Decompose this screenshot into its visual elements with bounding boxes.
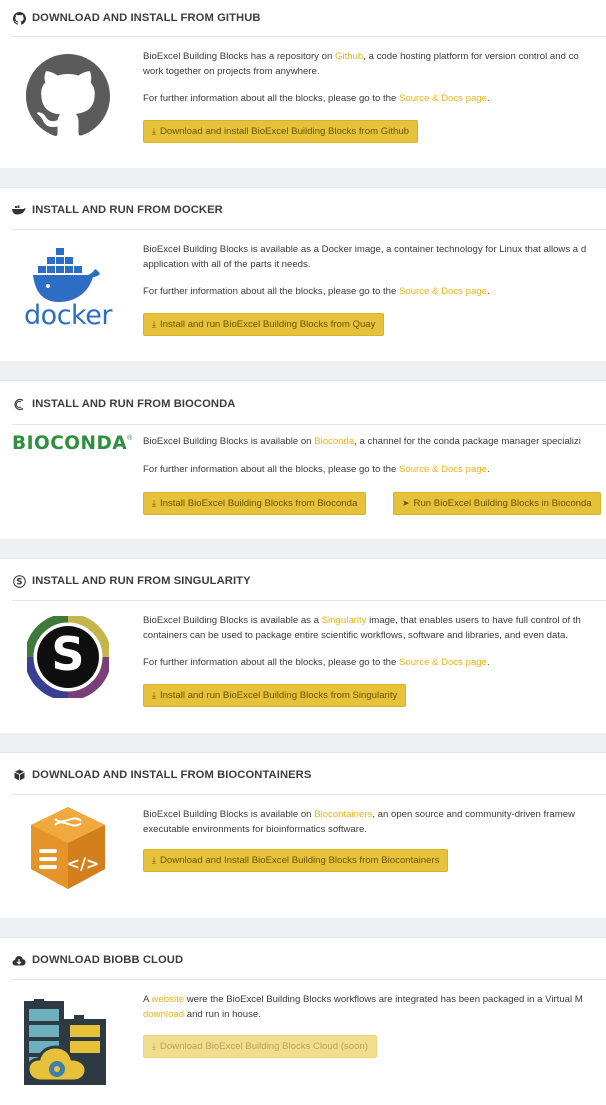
description: BioExcel Building Blocks has a repositor… bbox=[143, 51, 579, 77]
description: BioExcel Building Blocks is available on… bbox=[143, 436, 581, 447]
source-docs-link[interactable]: Source & Docs page bbox=[399, 286, 487, 297]
cube-icon bbox=[12, 768, 26, 782]
docker-wordmark: docker bbox=[24, 299, 112, 331]
divider bbox=[12, 979, 606, 980]
source-docs-link[interactable]: Source & Docs page bbox=[399, 657, 487, 668]
rocket-icon: ➤ bbox=[402, 498, 410, 508]
download-icon: ⤓ bbox=[152, 690, 156, 700]
source-docs-link[interactable]: Source & Docs page bbox=[399, 464, 487, 475]
divider bbox=[12, 36, 606, 37]
docker-icon bbox=[12, 203, 26, 217]
download-icon: ⤓ bbox=[152, 319, 156, 329]
bioconda-link[interactable]: Bioconda bbox=[314, 436, 354, 447]
svg-text:S: S bbox=[16, 577, 22, 587]
download-icon: ⤓ bbox=[152, 126, 156, 136]
further-info: For further information about all the bl… bbox=[143, 286, 490, 297]
panel-heading: DOWNLOAD BIOBB CLOUD bbox=[12, 942, 606, 978]
github-logo bbox=[12, 44, 124, 148]
download-icon: ⤓ bbox=[152, 498, 156, 508]
section-gap bbox=[0, 539, 606, 558]
singularity-install-button[interactable]: ⤓ Install and run BioExcel Building Bloc… bbox=[143, 684, 407, 707]
divider bbox=[12, 794, 606, 795]
cloud-download-icon bbox=[12, 953, 26, 967]
panel-heading: DOWNLOAD AND INSTALL FROM BIOCONTAINERS bbox=[12, 757, 606, 793]
bioconda-logo: BIOCONDA ® bbox=[12, 432, 133, 454]
panel-title: DOWNLOAD BIOBB CLOUD bbox=[32, 954, 184, 966]
panel-title: INSTALL AND RUN FROM DOCKER bbox=[32, 204, 223, 216]
docker-logo: docker bbox=[12, 238, 124, 338]
further-info: For further information about all the bl… bbox=[143, 464, 490, 475]
bioconda-run-button[interactable]: ➤ Run BioExcel Building Blocks in Biocon… bbox=[393, 492, 601, 515]
biobb-cloud-logo bbox=[12, 994, 124, 1092]
divider bbox=[12, 424, 606, 425]
divider bbox=[12, 600, 606, 601]
panel-title: INSTALL AND RUN FROM BIOCONDA bbox=[32, 398, 236, 410]
quay-install-button[interactable]: ⤓ Install and run BioExcel Building Bloc… bbox=[143, 313, 385, 336]
singularity-link[interactable]: Singularity bbox=[322, 615, 367, 626]
github-download-button[interactable]: ⤓ Download and install BioExcel Building… bbox=[143, 120, 419, 143]
github-panel: DOWNLOAD AND INSTALL FROM GITHUB BioExce… bbox=[0, 0, 606, 168]
divider bbox=[12, 229, 606, 230]
section-gap bbox=[0, 168, 606, 187]
download-icon: ⤓ bbox=[152, 855, 156, 865]
section-gap bbox=[0, 361, 606, 380]
description: BioExcel Building Blocks is available on… bbox=[143, 809, 575, 835]
source-docs-link[interactable]: Source & Docs page bbox=[399, 93, 487, 104]
section-gap bbox=[0, 918, 606, 937]
github-icon bbox=[12, 11, 26, 25]
bioconda-install-button[interactable]: ⤓ Install BioExcel Building Blocks from … bbox=[143, 492, 367, 515]
svg-text:</>: </> bbox=[67, 854, 100, 873]
description: A website were the BioExcel Building Blo… bbox=[143, 994, 583, 1020]
further-info: For further information about all the bl… bbox=[143, 657, 490, 668]
docker-panel: INSTALL AND RUN FROM DOCKER docker BioEx… bbox=[0, 187, 606, 362]
bioconda-icon bbox=[12, 397, 26, 411]
section-gap bbox=[0, 733, 606, 752]
panel-heading: INSTALL AND RUN FROM DOCKER bbox=[12, 192, 606, 228]
singularity-icon: S bbox=[12, 574, 26, 588]
biobb-cloud-download-button[interactable]: ⤓ Download BioExcel Building Blocks Clou… bbox=[143, 1035, 377, 1058]
panel-heading: DOWNLOAD AND INSTALL FROM GITHUB bbox=[12, 0, 606, 36]
biobb-cloud-panel: DOWNLOAD BIOBB CLOUD A website were the … bbox=[0, 937, 606, 1105]
panel-title: INSTALL AND RUN FROM SINGULARITY bbox=[32, 575, 251, 587]
description: BioExcel Building Blocks is available as… bbox=[143, 244, 587, 270]
download-link[interactable]: download bbox=[143, 1009, 184, 1020]
panel-title: DOWNLOAD AND INSTALL FROM GITHUB bbox=[32, 12, 261, 24]
singularity-logo: S bbox=[12, 613, 124, 701]
further-info: For further information about all the bl… bbox=[143, 93, 490, 104]
panel-heading: S INSTALL AND RUN FROM SINGULARITY bbox=[12, 563, 606, 599]
biocontainers-panel: DOWNLOAD AND INSTALL FROM BIOCONTAINERS … bbox=[0, 752, 606, 919]
bioconda-panel: INSTALL AND RUN FROM BIOCONDA BIOCONDA ®… bbox=[0, 380, 606, 540]
singularity-panel: S INSTALL AND RUN FROM SINGULARITY S Bio… bbox=[0, 558, 606, 734]
biocontainers-download-button[interactable]: ⤓ Download and Install BioExcel Building… bbox=[143, 849, 449, 872]
panel-heading: INSTALL AND RUN FROM BIOCONDA bbox=[12, 386, 606, 422]
download-icon: ⤓ bbox=[152, 1041, 156, 1051]
panel-title: DOWNLOAD AND INSTALL FROM BIOCONTAINERS bbox=[32, 769, 312, 781]
biocontainers-link[interactable]: Biocontainers bbox=[314, 809, 372, 820]
github-link[interactable]: Github bbox=[335, 51, 363, 62]
website-link[interactable]: website bbox=[152, 994, 185, 1005]
biocontainers-logo: </> bbox=[12, 803, 124, 893]
description: BioExcel Building Blocks is available as… bbox=[143, 615, 581, 641]
